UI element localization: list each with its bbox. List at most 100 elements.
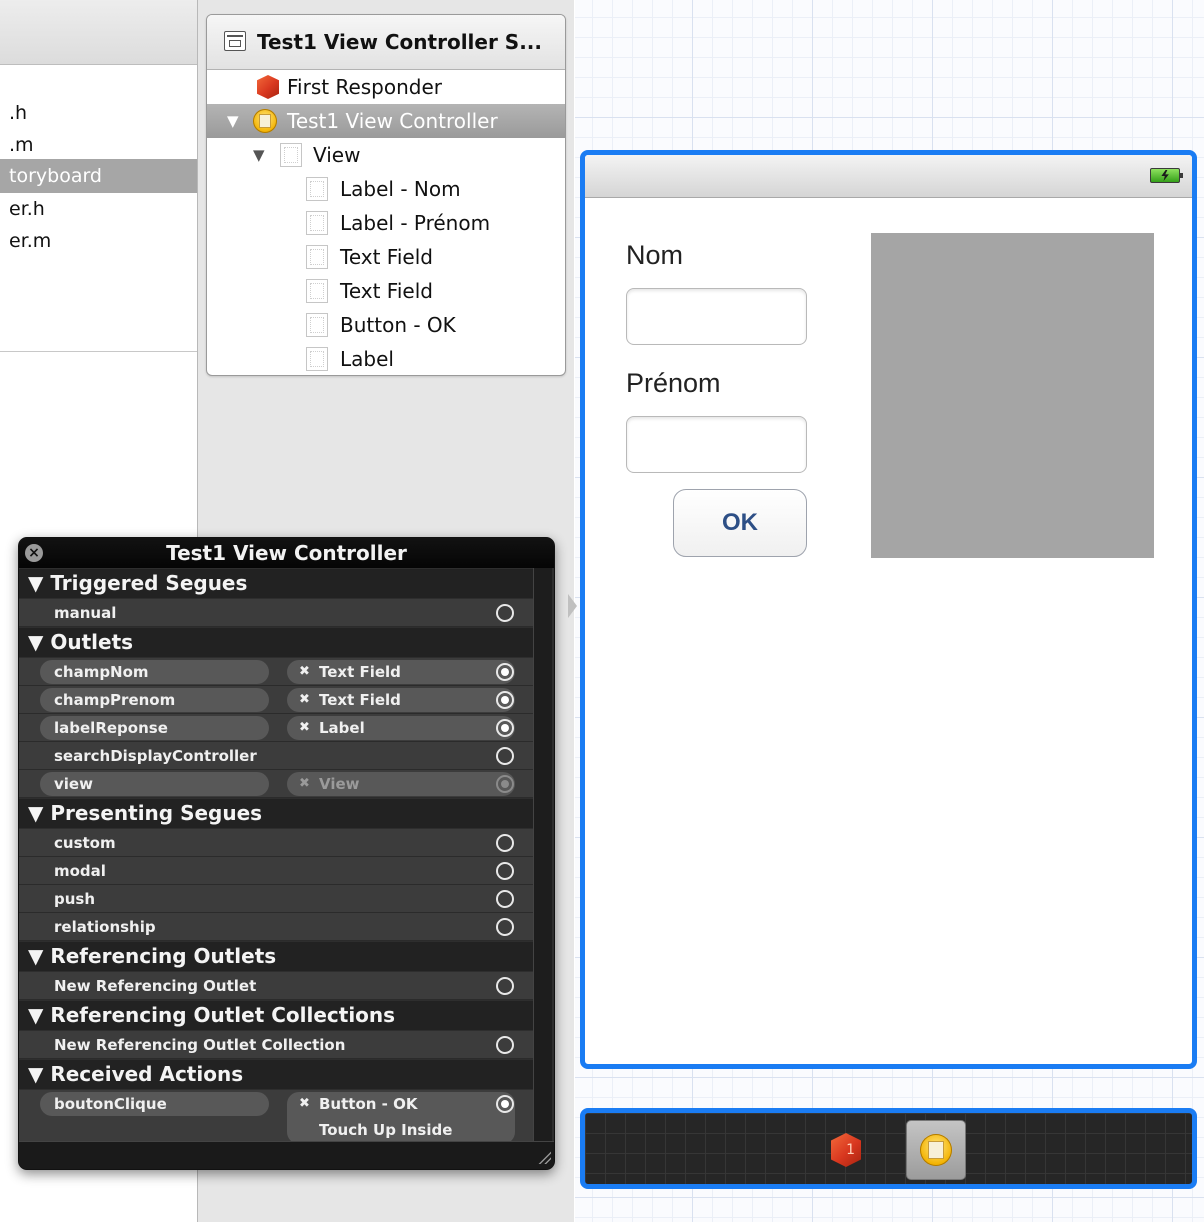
connection-row: New Referencing Outlet Collection <box>19 1031 534 1059</box>
section-title: Received Actions <box>50 1062 244 1086</box>
connection-circle-icon[interactable] <box>496 834 514 852</box>
connection-circle-icon[interactable] <box>496 747 514 765</box>
view-controller-icon <box>920 1134 952 1166</box>
dock-view-controller-selected[interactable] <box>906 1120 966 1180</box>
connection-circle-icon[interactable] <box>496 862 514 880</box>
file-item-h[interactable]: .h <box>0 96 197 130</box>
view-icon <box>306 279 328 303</box>
connection-row: New Referencing Outlet <box>19 972 534 1000</box>
section-referencing-outlet-collections[interactable]: ▼ Referencing Outlet Collections <box>19 1001 534 1030</box>
disclosure-triangle-icon[interactable]: ▼ <box>253 138 265 172</box>
hud-scrollbar[interactable] <box>533 568 552 1142</box>
remove-connection-icon[interactable]: ✖ <box>299 714 310 742</box>
connection-target: View <box>319 775 360 793</box>
outline-title[interactable]: Test1 View Controller S... <box>207 15 565 70</box>
collapse-triangle-icon: ▼ <box>28 944 51 968</box>
connections-hud: × Test1 View Controller ▼ Triggered Segu… <box>18 537 555 1170</box>
connection-row: labelReponse ✖ Label <box>19 714 534 742</box>
first-responder-cube-icon[interactable]: 1 <box>831 1133 861 1167</box>
connection-circle-icon[interactable] <box>496 918 514 936</box>
section-presenting-segues[interactable]: ▼ Presenting Segues <box>19 799 534 828</box>
battery-charging-icon <box>1150 168 1183 183</box>
file-item-controller-m[interactable]: er.m <box>0 224 197 258</box>
view-controller-scene[interactable]: Nom Prénom OK <box>580 150 1197 1069</box>
section-triggered-segues[interactable]: ▼ Triggered Segues <box>19 569 534 598</box>
section-outlets[interactable]: ▼ Outlets <box>19 628 534 657</box>
connection-circle-filled-icon[interactable] <box>496 691 514 709</box>
file-item-storyboard[interactable]: toryboard <box>0 159 197 193</box>
connection-circle-icon[interactable] <box>496 890 514 908</box>
connection-circle-icon[interactable] <box>496 604 514 622</box>
view-icon <box>280 143 302 167</box>
resize-grip-icon[interactable] <box>537 1150 551 1164</box>
connection-target: Label <box>319 719 365 737</box>
section-title: Referencing Outlet Collections <box>50 1003 396 1027</box>
remove-connection-icon[interactable]: ✖ <box>299 686 310 714</box>
connection-row: manual <box>19 599 534 627</box>
connection-name: relationship <box>54 918 156 936</box>
connection-row: relationship <box>19 913 534 941</box>
connection-target: Text Field <box>319 663 401 681</box>
connection-name: New Referencing Outlet <box>54 977 257 995</box>
connection-circle-icon[interactable] <box>496 977 514 995</box>
connection-target: Button - OK <box>319 1095 418 1113</box>
scene-icon <box>224 31 246 51</box>
connection-circle-filled-icon[interactable] <box>496 663 514 681</box>
section-title: Presenting Segues <box>50 801 263 825</box>
connection-row: searchDisplayController <box>19 742 534 770</box>
response-label-placeholder[interactable] <box>871 233 1154 558</box>
outline-label: Text Field <box>340 279 433 303</box>
disclosure-triangle-icon[interactable]: ▼ <box>227 104 239 138</box>
outline-label: Label - Prénom <box>340 211 491 235</box>
connection-name: New Referencing Outlet Collection <box>54 1036 346 1054</box>
outline-row-label[interactable]: Label <box>207 342 565 375</box>
view-controller-icon <box>253 109 277 133</box>
outline-row-view-controller[interactable]: ▼ Test1 View Controller <box>207 104 565 138</box>
collapse-triangle-icon: ▼ <box>28 1003 51 1027</box>
ok-button[interactable]: OK <box>673 489 807 557</box>
file-item-m[interactable]: .m <box>0 128 197 162</box>
outline-label: First Responder <box>287 75 442 99</box>
navigator-divider <box>0 351 197 352</box>
connection-circle-icon[interactable] <box>496 1036 514 1054</box>
collapse-triangle-icon: ▼ <box>28 571 51 595</box>
outline-row-first-responder[interactable]: First Responder <box>207 70 565 104</box>
outline-row-label-nom[interactable]: Label - Nom <box>207 172 565 206</box>
section-referencing-outlets[interactable]: ▼ Referencing Outlets <box>19 942 534 971</box>
label-nom[interactable]: Nom <box>626 240 683 271</box>
outline-row-button-ok[interactable]: Button - OK <box>207 308 565 342</box>
connection-circle-filled-icon[interactable] <box>496 719 514 737</box>
file-item-controller-h[interactable]: er.h <box>0 192 197 226</box>
section-title: Triggered Segues <box>50 571 248 595</box>
text-field-prenom[interactable] <box>626 416 807 473</box>
outline-label: Test1 View Controller <box>287 109 498 133</box>
navigator-header <box>0 0 197 65</box>
outline-label: View <box>313 143 361 167</box>
view-icon <box>306 313 328 337</box>
outline-row-view[interactable]: ▼ View <box>207 138 565 172</box>
remove-connection-icon: ✖ <box>299 776 310 791</box>
connection-name: manual <box>54 604 117 622</box>
outline-label: Label <box>340 347 394 371</box>
hud-title: Test1 View Controller <box>166 541 407 565</box>
connection-name: champNom <box>54 663 149 681</box>
close-icon[interactable]: × <box>25 544 43 562</box>
outline-row-text-field-1[interactable]: Text Field <box>207 240 565 274</box>
section-received-actions[interactable]: ▼ Received Actions <box>19 1060 534 1089</box>
badge-number: 1 <box>846 1142 855 1158</box>
hud-title-bar[interactable]: × Test1 View Controller <box>19 538 554 568</box>
outline-row-text-field-2[interactable]: Text Field <box>207 274 565 308</box>
connection-circle-filled-icon[interactable] <box>496 1095 514 1113</box>
remove-connection-icon[interactable]: ✖ <box>299 1090 310 1118</box>
document-outline: Test1 View Controller S... First Respond… <box>206 14 566 376</box>
first-responder-cube-icon <box>257 75 279 99</box>
outline-row-label-prenom[interactable]: Label - Prénom <box>207 206 565 240</box>
outline-label: Text Field <box>340 245 433 269</box>
remove-connection-icon[interactable]: ✖ <box>299 658 310 686</box>
collapse-triangle-icon: ▼ <box>28 801 51 825</box>
view-icon <box>306 245 328 269</box>
connection-row: champNom ✖ Text Field <box>19 658 534 686</box>
connection-name: searchDisplayController <box>54 747 257 765</box>
text-field-nom[interactable] <box>626 288 807 345</box>
label-prenom[interactable]: Prénom <box>626 368 721 399</box>
